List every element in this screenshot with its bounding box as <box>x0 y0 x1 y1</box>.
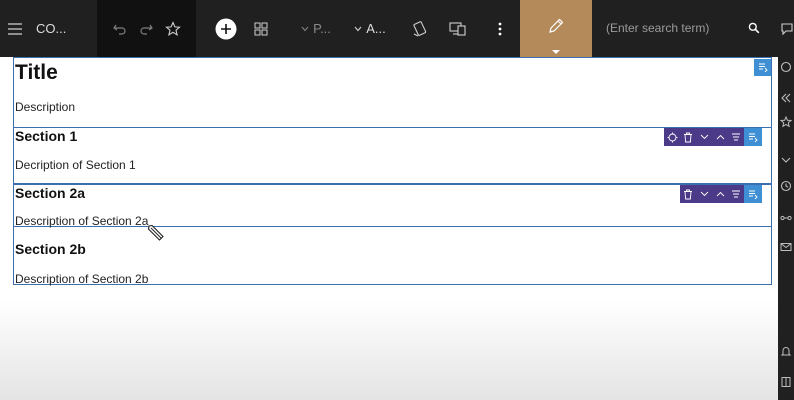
double-chevron-left-icon[interactable] <box>780 91 794 107</box>
components-icon <box>254 22 268 36</box>
page-dropdown-label: P... <box>313 21 331 36</box>
page-properties-button[interactable] <box>754 59 771 76</box>
chevron-down-icon[interactable] <box>696 128 712 146</box>
rotate-device-button[interactable] <box>408 0 432 57</box>
section-1-toolbar <box>664 128 762 146</box>
star-icon[interactable] <box>779 115 794 131</box>
edit-mode-button[interactable] <box>520 0 592 57</box>
properties-icon <box>758 59 768 77</box>
history-group <box>97 0 196 57</box>
chat-icon <box>780 22 794 36</box>
reorder-icon[interactable] <box>728 128 744 146</box>
reorder-icon[interactable] <box>728 185 744 203</box>
edit-cursor-icon <box>147 224 164 241</box>
redo-icon[interactable] <box>139 23 153 35</box>
section-2b-description: Description of Section 2b <box>15 272 149 286</box>
properties-icon[interactable] <box>744 128 762 146</box>
edit-pencil-icon <box>547 17 565 40</box>
chevron-down-icon <box>301 26 309 32</box>
section-2a-heading: Section 2a <box>15 185 86 201</box>
chat-button[interactable] <box>780 0 794 57</box>
add-icon <box>215 18 237 40</box>
add-component-button[interactable] <box>212 0 240 57</box>
page-title: Title <box>15 61 58 84</box>
section-2a-description: Description of Section 2a <box>15 214 149 228</box>
book-icon[interactable] <box>780 375 794 391</box>
delete-icon[interactable] <box>680 128 696 146</box>
section-1-component[interactable] <box>13 127 772 184</box>
circle-icon[interactable] <box>780 60 794 76</box>
chevron-up-icon[interactable] <box>712 128 728 146</box>
menu-icon[interactable] <box>8 22 22 35</box>
responsive-preview-button[interactable] <box>446 0 470 57</box>
move-icon[interactable] <box>664 128 680 146</box>
mail-icon[interactable] <box>780 240 794 256</box>
section-1-description: Decription of Section 1 <box>15 158 136 172</box>
search-input[interactable] <box>598 15 754 41</box>
chevron-up-icon[interactable] <box>712 185 728 203</box>
delete-icon[interactable] <box>680 185 696 203</box>
section-2a-toolbar <box>680 185 762 203</box>
app-menu[interactable]: CO... <box>8 0 96 57</box>
share-icon[interactable] <box>780 211 794 227</box>
edit-mode-caret <box>552 50 560 54</box>
top-toolbar: CO... P... A... <box>0 0 794 57</box>
star-icon[interactable] <box>164 20 181 37</box>
area-dropdown-label: A... <box>366 21 386 36</box>
chevron-down-icon <box>354 26 362 32</box>
rotate-device-icon <box>412 20 428 37</box>
responsive-icon <box>449 21 467 36</box>
history-icon[interactable] <box>780 179 794 195</box>
right-sidebar <box>778 57 794 400</box>
more-vertical-icon <box>498 22 502 36</box>
page-canvas: Title Description Section 1 Decription o… <box>0 57 778 400</box>
section-2b-heading: Section 2b <box>15 241 86 257</box>
page-description: Description <box>15 100 76 114</box>
area-dropdown[interactable]: A... <box>350 0 390 57</box>
undo-icon[interactable] <box>112 23 127 35</box>
more-options-button[interactable] <box>490 0 510 57</box>
chevron-down-icon[interactable] <box>696 185 712 203</box>
search-box <box>598 14 772 42</box>
bell-icon[interactable] <box>780 344 794 360</box>
page-dropdown[interactable]: P... <box>296 0 336 57</box>
properties-icon[interactable] <box>744 185 762 203</box>
chevron-down-icon[interactable] <box>780 153 794 169</box>
section-1-heading: Section 1 <box>15 128 78 144</box>
components-button[interactable] <box>250 0 272 57</box>
search-icon[interactable] <box>744 18 764 38</box>
app-label[interactable]: CO... <box>36 21 66 36</box>
